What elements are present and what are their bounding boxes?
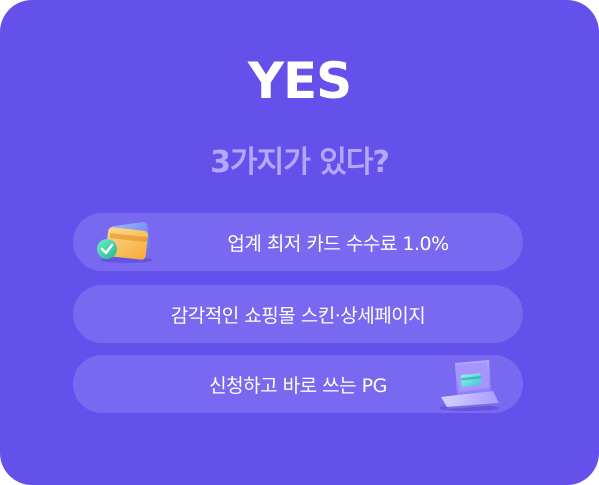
feature-pill-instant-pg: 신청하고 바로 쓰는 PG: [73, 355, 523, 413]
feature-label-card-fee: 업계 최저 카드 수수료 1.0%: [227, 232, 449, 255]
banner-subtitle: 3가지가 있다?: [210, 145, 390, 180]
credit-card-check-icon: [95, 219, 157, 265]
feature-label-shop-skin: 감각적인 쇼핑몰 스킨·상세페이지: [170, 304, 426, 327]
feature-label-instant-pg: 신청하고 바로 쓰는 PG: [209, 374, 387, 397]
laptop-card-icon: [433, 357, 503, 413]
feature-pill-shop-skin: 감각적인 쇼핑몰 스킨·상세페이지: [73, 285, 523, 343]
feature-pill-card-fee: 업계 최저 카드 수수료 1.0%: [73, 213, 523, 271]
promo-banner: YES 3가지가 있다? 업계 최저 카드 수수료 1.0% 감각적인 쇼핑몰 …: [0, 0, 599, 485]
banner-title: YES: [247, 52, 352, 110]
